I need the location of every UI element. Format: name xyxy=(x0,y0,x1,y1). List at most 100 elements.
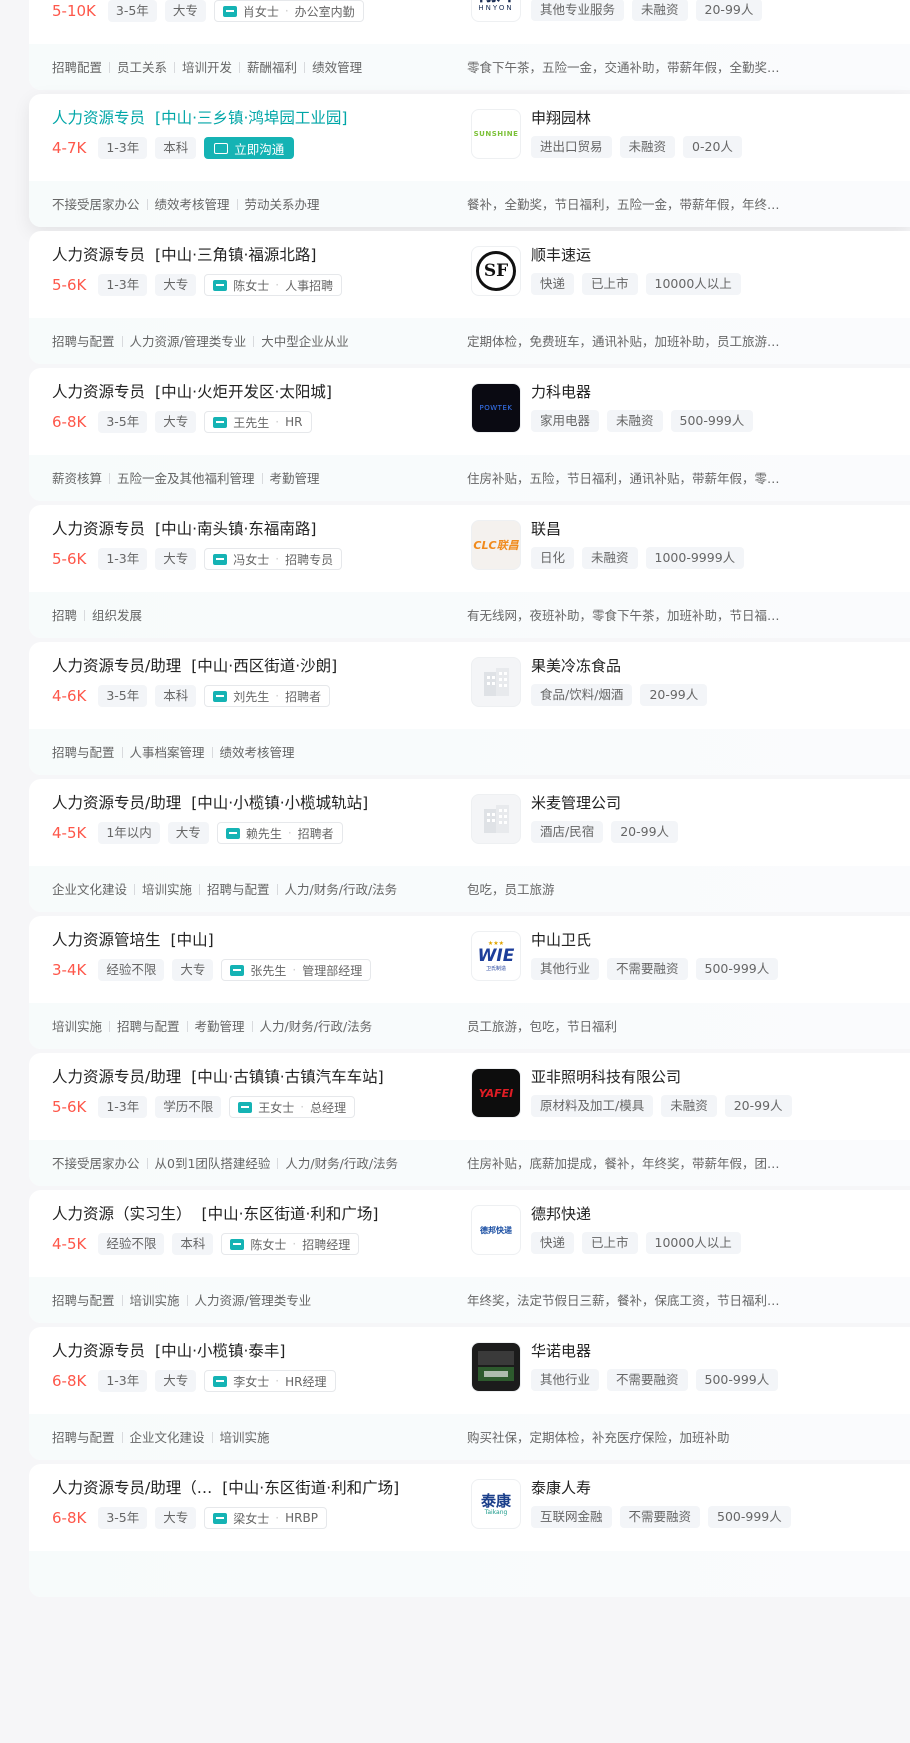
company-tag: 未融资 xyxy=(632,0,688,21)
taikang-logo[interactable]: 泰康 Taikang xyxy=(471,1479,521,1529)
chat-now-button[interactable]: 立即沟通 xyxy=(204,137,295,159)
chat-bubble-icon xyxy=(238,1101,253,1113)
recruiter-info[interactable]: 赖先生 · 招聘者 xyxy=(216,822,343,844)
job-name[interactable]: 人力资源专员/助理 xyxy=(52,657,181,675)
sunshine-logo[interactable]: SUNSHINE xyxy=(471,109,521,159)
company-name[interactable]: 泰康人寿 xyxy=(531,1477,591,1498)
recruiter-info[interactable]: 王女士 · 总经理 xyxy=(229,1096,356,1118)
building-placeholder-icon[interactable] xyxy=(471,657,521,707)
job-title[interactable]: 人力资源专员 [中山·小榄镇·泰丰] xyxy=(52,1339,285,1361)
separator-dot: · xyxy=(287,826,292,840)
sf-logo-text: SF xyxy=(483,261,509,281)
company-name[interactable]: 顺丰速运 xyxy=(531,244,591,265)
company-tag: 20-99人 xyxy=(724,1095,792,1117)
job-card[interactable]: 人力资源专员 [中山·三乡镇·鸿埠园工业园] 4-7K 1-3年 本科 立即沟通 SUNSH… xyxy=(29,94,910,227)
job-name[interactable]: 人力资源专员/助理（… xyxy=(52,1479,212,1497)
wie-logo-sub: 卫氏制造 xyxy=(485,966,506,972)
job-card[interactable]: 人力资源专员 [中山·三角镇·福源北路] 5-6K 1-3年 大专 陈女士 · 人事招聘 SF 顺… xyxy=(29,231,910,364)
job-card-footer: 招聘 组织发展 有无线网，夜班补助，零食下午茶，加班补助，节日福利，… xyxy=(29,592,910,638)
job-name[interactable]: 人力资源专员 xyxy=(52,246,145,264)
sunshine-logo-text: SUNSHINE xyxy=(473,130,519,138)
welfare-text: 有无线网，夜班补助，零食下午茶，加班补助，节日福利，… xyxy=(467,608,787,623)
job-info-row: 4-5K 1年以内 大专 赖先生 · 招聘者 xyxy=(52,822,343,844)
education-tag: 大专 xyxy=(172,959,214,981)
recruiter-info[interactable]: 陈女士 · 招聘经理 xyxy=(221,1233,360,1255)
salary: 6-8K xyxy=(52,1372,87,1390)
skill-tag: 培训开发 xyxy=(167,57,232,76)
company-name[interactable]: 果美冷冻食品 xyxy=(531,655,621,676)
recruiter-info[interactable]: 王先生 · HR xyxy=(204,411,312,433)
job-name[interactable]: 人力资源专员 xyxy=(52,1342,145,1360)
job-title[interactable]: 人力资源专员/助理（… [中山·东区街道·利和广场] xyxy=(52,1476,399,1498)
company-name[interactable]: 亚非照明科技有限公司 xyxy=(531,1066,681,1087)
company-name[interactable]: 力科电器 xyxy=(531,381,591,402)
salary: 6-8K xyxy=(52,1509,87,1527)
job-name[interactable]: 人力资源专员 xyxy=(52,383,145,401)
job-card[interactable]: 人力资源专员/助理 [中山·古镇镇·古镇汽车车站] 5-6K 1-3年 学历不限 王女士 ·… xyxy=(29,1053,910,1186)
job-location: [中山·东区街道·利和广场] xyxy=(222,1479,400,1497)
company-name[interactable]: 联昌 xyxy=(531,518,561,539)
job-name[interactable]: 人力资源（实习生） xyxy=(52,1205,192,1223)
job-title[interactable]: 人力资源专员 [中山·火炬开发区·太阳城] xyxy=(52,380,332,402)
clc-logo[interactable]: CLC联昌 xyxy=(471,520,521,570)
wie-logo[interactable]: ★★★ WIE 卫氏制造 xyxy=(471,931,521,981)
job-card[interactable]: 人力资源专员 [中山·小榄镇·泰丰] 6-8K 1-3年 大专 李女士 · HR经理 华诺电器其… xyxy=(29,1327,910,1460)
company-name[interactable]: 米麦管理公司 xyxy=(531,792,621,813)
job-name[interactable]: 人力资源专员/助理 xyxy=(52,1068,181,1086)
company-name[interactable]: 申翔园林 xyxy=(531,107,591,128)
job-title[interactable]: 人力资源管培生 [中山] xyxy=(52,928,214,950)
job-name[interactable]: 人力资源管培生 xyxy=(52,931,161,949)
job-name[interactable]: 人力资源专员 xyxy=(52,109,145,127)
company-tag: 1000-9999人 xyxy=(645,547,745,569)
job-card[interactable]: 人力资源管培生 [中山] 3-4K 经验不限 大专 张先生 · 管理部经理 ★★★ WIE 卫氏制造… xyxy=(29,916,910,1049)
powtek-logo[interactable]: POWTEK xyxy=(471,383,521,433)
huanuo-logo[interactable] xyxy=(471,1342,521,1392)
recruiter-name: 梁女士 xyxy=(233,1511,270,1526)
job-card-main: 人力资源专员 [中山·南头镇·东福南路] 5-6K 1-3年 大专 冯女士 · 招聘专员 CLC… xyxy=(29,505,910,592)
job-title[interactable]: 人力资源专员 [中山·三角镇·福源北路] xyxy=(52,243,316,265)
job-card[interactable]: 人力资源专员/助理 [中山·小榄镇·小榄城轨站] 4-5K 1年以内 大专 赖先生 · 招聘者… xyxy=(29,779,910,912)
recruiter-info[interactable]: 李女士 · HR经理 xyxy=(204,1370,336,1392)
hnyon-logo[interactable]: 翰洋HNYON xyxy=(471,0,521,22)
recruiter-info[interactable]: 张先生 · 管理部经理 xyxy=(221,959,372,981)
company-name[interactable]: 中山卫氏 xyxy=(531,929,591,950)
job-title[interactable]: 人力资源（实习生） [中山·东区街道·利和广场] xyxy=(52,1202,378,1224)
recruiter-info[interactable]: 肖女士 · 办公室内勤 xyxy=(213,0,364,22)
recruiter-info[interactable]: 梁女士 · HRBP xyxy=(204,1507,327,1529)
job-title[interactable]: 人力资源专员 [中山·南头镇·东福南路] xyxy=(52,517,316,539)
skill-tag: 人力资源/管理类专业 xyxy=(115,331,247,350)
welfare-text: 年终奖，法定节假日三薪，餐补，保底工资，节日福利，定… xyxy=(467,1293,787,1308)
recruiter-info[interactable]: 刘先生 · 招聘者 xyxy=(204,685,331,707)
job-title[interactable]: 人力资源专员/助理 [中山·古镇镇·古镇汽车车站] xyxy=(52,1065,384,1087)
job-card[interactable]: 人力资源专员/助理 [中山·西区街道·沙朗] 4-6K 3-5年 本科 刘先生 · 招聘者 果美… xyxy=(29,642,910,775)
company-name[interactable]: 华诺电器 xyxy=(531,1340,591,1361)
job-card[interactable]: 人力资源专员 [中山·南头镇·东福南路] 5-6K 1-3年 大专 冯女士 · 招聘专员 CLC… xyxy=(29,505,910,638)
yafei-logo[interactable]: YAFEI xyxy=(471,1068,521,1118)
skill-tag: 培训实施 xyxy=(205,1427,270,1446)
job-card[interactable]: 人力资源专员/助理（… [中山·东区街道·利和广场] 6-8K 3-5年 大专 梁女士 · H… xyxy=(29,1464,910,1597)
sf-logo[interactable]: SF xyxy=(471,246,521,296)
deppon-logo[interactable]: 德邦快递 xyxy=(471,1205,521,1255)
building-placeholder-icon[interactable] xyxy=(471,794,521,844)
job-title[interactable]: 人力资源专员/助理 [中山·西区街道·沙朗] xyxy=(52,654,337,676)
job-name[interactable]: 人力资源专员/助理 xyxy=(52,794,181,812)
skill-tags: 企业文化建设 培训实施 招聘与配置 人力/财务/行政/法务 xyxy=(52,879,397,898)
job-title[interactable]: 人力资源专员/助理 [中山·小榄镇·小榄城轨站] xyxy=(52,791,368,813)
job-name[interactable]: 人力资源专员 xyxy=(52,520,145,538)
job-location: [中山·小榄镇·泰丰] xyxy=(155,1342,286,1360)
chat-bubble-icon xyxy=(213,1512,228,1524)
skill-tags: 招聘 组织发展 xyxy=(52,605,142,624)
recruiter-name: 刘先生 xyxy=(233,689,270,704)
job-card[interactable]: 人力资源专员 [中山·火炬开发区·太阳城] 6-8K 3-5年 大专 王先生 · HR POWT… xyxy=(29,368,910,501)
job-card[interactable]: 人力资源主管[中山·东区街道·长命水]5-10K3-5年大专肖女士·办公室内勤翰… xyxy=(29,0,910,90)
recruiter-info[interactable]: 陈女士 · 人事招聘 xyxy=(204,274,343,296)
experience-tag: 3-5年 xyxy=(98,1507,148,1529)
job-title[interactable]: 人力资源专员 [中山·三乡镇·鸿埠园工业园] xyxy=(52,106,347,128)
recruiter-info[interactable]: 冯女士 · 招聘专员 xyxy=(204,548,343,570)
recruiter-name: 李女士 xyxy=(233,1374,270,1389)
skill-tags: 不接受居家办公 从0到1团队搭建经验 人力/财务/行政/法务 xyxy=(52,1153,398,1172)
skill-tag: 组织发展 xyxy=(77,605,142,624)
company-name[interactable]: 德邦快递 xyxy=(531,1203,591,1224)
job-card[interactable]: 人力资源（实习生） [中山·东区街道·利和广场] 4-5K 经验不限 本科 陈女士 · 招聘经… xyxy=(29,1190,910,1323)
chat-bubble-icon xyxy=(230,1238,245,1250)
